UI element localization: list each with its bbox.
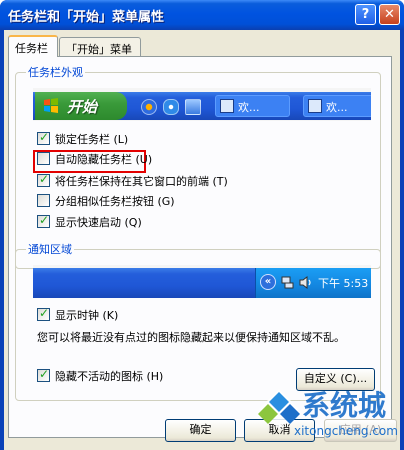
media-player-icon [141,99,157,115]
notification-area-legend: 通知区域 [26,241,74,257]
properties-window: 任务栏和「开始」菜单属性 ? ✕ 任务栏 「开始」菜单 任务栏外观 开始 欢..… [0,0,404,450]
start-button-preview: 开始 [35,92,127,120]
close-icon: ✕ [384,7,395,22]
taskbar-preview-bar: 开始 欢... 欢... [33,92,371,120]
tab-taskbar[interactable]: 任务栏 [8,35,58,57]
window-title: 任务栏和「开始」菜单属性 [8,10,165,25]
dialog-client-area: 任务栏 「开始」菜单 任务栏外观 开始 欢... 欢... ✓ 锁定任务栏 (L… [4,30,400,450]
check-icon: ✓ [39,213,50,227]
check-icon: ✓ [39,130,50,144]
check-icon: ✓ [39,306,50,320]
checkbox-box[interactable]: ✓ [37,130,50,145]
window-icon [220,99,234,113]
cancel-button[interactable]: 取消 [244,419,315,442]
close-button[interactable]: ✕ [379,4,400,25]
apply-button[interactable]: 应用 (A) [324,419,397,442]
customize-button[interactable]: 自定义 (C)... [296,368,375,391]
taskbar-preview: 开始 欢... 欢... [33,88,371,121]
title-bar[interactable]: 任务栏和「开始」菜单属性 ? ✕ [0,0,404,30]
notification-preview-bar: « 下午 5:53 [33,268,371,298]
checkbox-box[interactable]: ✓ [37,172,50,187]
clock-text: 下午 5:53 [318,277,369,290]
checkbox-box[interactable]: ✓ [37,306,50,321]
expand-tray-icon: « [260,274,276,290]
notification-description: 您可以将最近没有点过的图标隐藏起来以便保持通知区域不乱。 [37,331,345,344]
taskbar-task-button-1: 欢... [215,95,290,117]
ok-button[interactable]: 确定 [165,419,236,442]
check-icon: ✓ [39,172,50,186]
notification-preview: « 下午 5:53 [33,265,371,298]
taskbar-task-button-2: 欢... [303,95,371,117]
tab-start-menu[interactable]: 「开始」菜单 [59,37,141,57]
show-desktop-icon [185,99,201,115]
volume-icon [299,276,311,289]
checkbox-box[interactable]: ✓ [37,367,50,382]
start-label: 开始 [67,98,98,116]
windows-logo-icon [44,98,58,113]
window-icon [308,99,322,113]
checkbox-box[interactable] [37,152,50,165]
system-tray: « 下午 5:53 [255,268,371,298]
network-icon [281,276,294,289]
checkbox-box[interactable] [37,194,50,207]
taskbar-appearance-legend: 任务栏外观 [26,64,85,80]
internet-explorer-icon [163,99,179,115]
check-icon: ✓ [39,367,50,381]
help-button[interactable]: ? [355,4,376,25]
checkbox-box[interactable]: ✓ [37,213,50,228]
question-icon: ? [361,7,370,22]
